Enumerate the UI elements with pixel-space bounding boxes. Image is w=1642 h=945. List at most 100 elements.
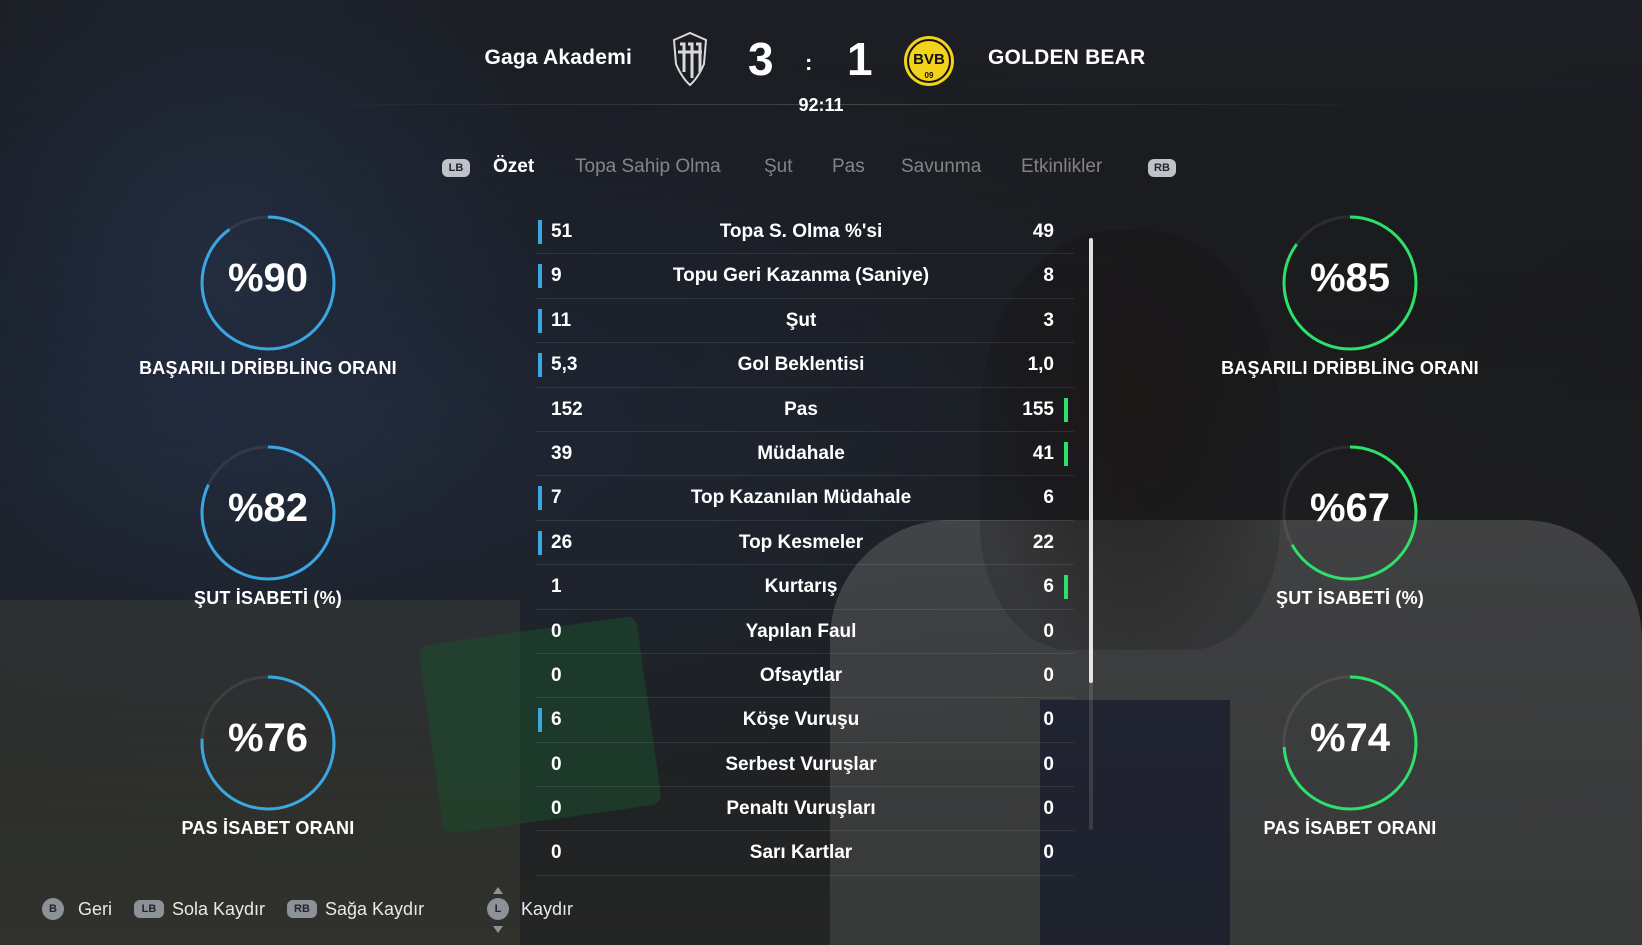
stat-label: Top Kesmeler	[738, 531, 864, 553]
stat-away-value: 0	[1043, 798, 1054, 820]
up-arrow-icon	[493, 887, 503, 894]
stat-away-value: 49	[1032, 221, 1054, 242]
away-ring-value: %74	[1309, 716, 1391, 760]
scroll-left-label[interactable]: Sola Kaydır	[172, 899, 265, 920]
footer-hints: B Geri LB Sola Kaydır RB Sağa Kaydır L K…	[42, 887, 642, 933]
home-ring-value: %90	[227, 256, 309, 300]
away-score: 1	[847, 33, 873, 85]
stat-home-value: 0	[551, 798, 562, 820]
rb-button-icon[interactable]: RB	[1148, 159, 1176, 177]
home-leader-bar	[538, 530, 542, 555]
stat-home-value: 0	[551, 664, 562, 686]
match-clock: 92:11	[798, 95, 844, 115]
stat-row: 7 Top Kazanılan Müdahale 6	[536, 476, 1074, 521]
stat-away-value: 8	[1043, 265, 1054, 287]
away-ring-value: %67	[1309, 486, 1391, 530]
stat-label: Sarı Kartlar	[749, 842, 853, 864]
stat-label: Müdahale	[757, 442, 845, 464]
stat-home-value: 0	[551, 620, 562, 642]
stat-row: 0 Penaltı Vuruşları 0	[536, 787, 1074, 832]
away-ring-label: ŞUT İSABETİ (%)	[1275, 588, 1424, 608]
stat-label: Köşe Vuruşu	[742, 709, 860, 731]
stat-label: Kurtarış	[764, 576, 838, 598]
stat-home-value: 39	[551, 442, 573, 464]
stat-home-value: 26	[551, 531, 573, 553]
lb-button-icon[interactable]: LB	[442, 159, 470, 177]
tab-topa-sahip-olma[interactable]: Topa Sahip Olma	[575, 156, 721, 178]
stat-away-value: 22	[1032, 531, 1054, 553]
home-ring-label: ŞUT İSABETİ (%)	[193, 588, 342, 608]
stats-scrollbar[interactable]	[1089, 238, 1093, 830]
home-ring-label: BAŞARILI DRİBBLİNG ORANI	[139, 358, 397, 378]
stat-label: Topa S. Olma %'si	[719, 221, 883, 242]
stat-away-value: 41	[1032, 442, 1054, 464]
tab-sut[interactable]: Şut	[764, 156, 793, 178]
stat-away-value: 3	[1043, 309, 1054, 331]
home-score: 3	[748, 33, 774, 85]
stat-label: Şut	[785, 309, 817, 331]
stat-label: Yapılan Faul	[745, 620, 857, 642]
b-button-icon[interactable]: B	[42, 898, 64, 920]
stat-row: 26 Top Kesmeler 22	[536, 521, 1074, 566]
tab-savunma[interactable]: Savunma	[901, 156, 981, 178]
stat-away-value: 6	[1043, 487, 1054, 509]
stat-away-value: 0	[1043, 620, 1054, 642]
stat-home-value: 7	[551, 487, 562, 509]
stat-home-value: 51	[551, 221, 573, 242]
home-ring-value: %82	[227, 486, 309, 530]
tab-pas[interactable]: Pas	[832, 156, 865, 178]
stat-home-value: 0	[551, 842, 562, 864]
tab-ozet[interactable]: Özet	[493, 156, 534, 178]
home-leader-bar	[538, 486, 542, 511]
away-ring-label: BAŞARILI DRİBBLİNG ORANI	[1221, 358, 1479, 378]
stat-home-value: 0	[551, 753, 562, 775]
home-team-name: Gaga Akademi	[484, 46, 632, 69]
stats-tabs: LB Özet Topa Sahip Olma Şut Pas Savunma …	[0, 155, 1642, 185]
away-ring-value: %85	[1309, 256, 1391, 300]
away-crest-subtext: 09	[925, 71, 934, 80]
tab-etkinlikler[interactable]: Etkinlikler	[1021, 156, 1102, 178]
score-separator: :	[805, 50, 813, 75]
stat-label: Serbest Vuruşlar	[725, 753, 877, 775]
stat-label: Gol Beklentisi	[737, 354, 865, 376]
lb-footer-icon[interactable]: LB	[134, 900, 164, 918]
stat-row: 0 Serbest Vuruşlar 0	[536, 743, 1074, 788]
stat-row: 5,3 Gol Beklentisi 1,0	[536, 343, 1074, 388]
stat-label: Top Kazanılan Müdahale	[690, 487, 912, 509]
away-crest-text: BVB	[913, 51, 945, 68]
stat-row: 0 Sarı Kartlar 0	[536, 831, 1074, 876]
stat-row: 9 Topu Geri Kazanma (Saniye) 8	[536, 254, 1074, 299]
stat-row: 6 Köşe Vuruşu 0	[536, 698, 1074, 743]
scroll-label[interactable]: Kaydır	[521, 899, 573, 920]
scroll-thumb[interactable]	[1089, 238, 1093, 683]
stat-home-value: 152	[551, 398, 583, 420]
stats-table: 51 Topa S. Olma %'si 49 9 Topu Geri Kazanma …	[536, 210, 1074, 876]
rb-footer-icon[interactable]: RB	[287, 900, 317, 918]
down-arrow-icon	[493, 926, 503, 933]
home-leader-bar	[538, 264, 542, 289]
home-leader-bar	[538, 353, 542, 378]
l-stick-icon[interactable]: L	[487, 898, 509, 920]
away-ring-label: PAS İSABET ORANI	[1263, 818, 1437, 838]
stat-home-value: 9	[551, 265, 562, 287]
away-leader-bar	[1064, 441, 1068, 466]
away-team-name: GOLDEN BEAR	[988, 46, 1146, 69]
stat-away-value: 6	[1043, 576, 1054, 598]
stat-row: 39 Müdahale 41	[536, 432, 1074, 477]
stat-label: Penaltı Vuruşları	[726, 798, 876, 820]
stat-away-value: 0	[1043, 842, 1054, 864]
home-leader-bar	[538, 708, 542, 733]
stat-label: Ofsaytlar	[759, 664, 843, 686]
back-label[interactable]: Geri	[78, 899, 112, 920]
home-leader-bar	[538, 220, 542, 244]
stat-home-value: 6	[551, 709, 562, 731]
stat-label: Topu Geri Kazanma (Saniye)	[672, 265, 930, 287]
stat-row: 11 Şut 3	[536, 299, 1074, 344]
away-leader-bar	[1064, 397, 1068, 422]
away-crest-icon: BVB 09	[904, 36, 954, 86]
stat-away-value: 155	[1022, 398, 1054, 420]
stat-home-value: 5,3	[551, 354, 578, 376]
scroll-right-label[interactable]: Sağa Kaydır	[325, 899, 424, 920]
stat-row: 1 Kurtarış 6	[536, 565, 1074, 610]
stat-row: 0 Yapılan Faul 0	[536, 610, 1074, 654]
